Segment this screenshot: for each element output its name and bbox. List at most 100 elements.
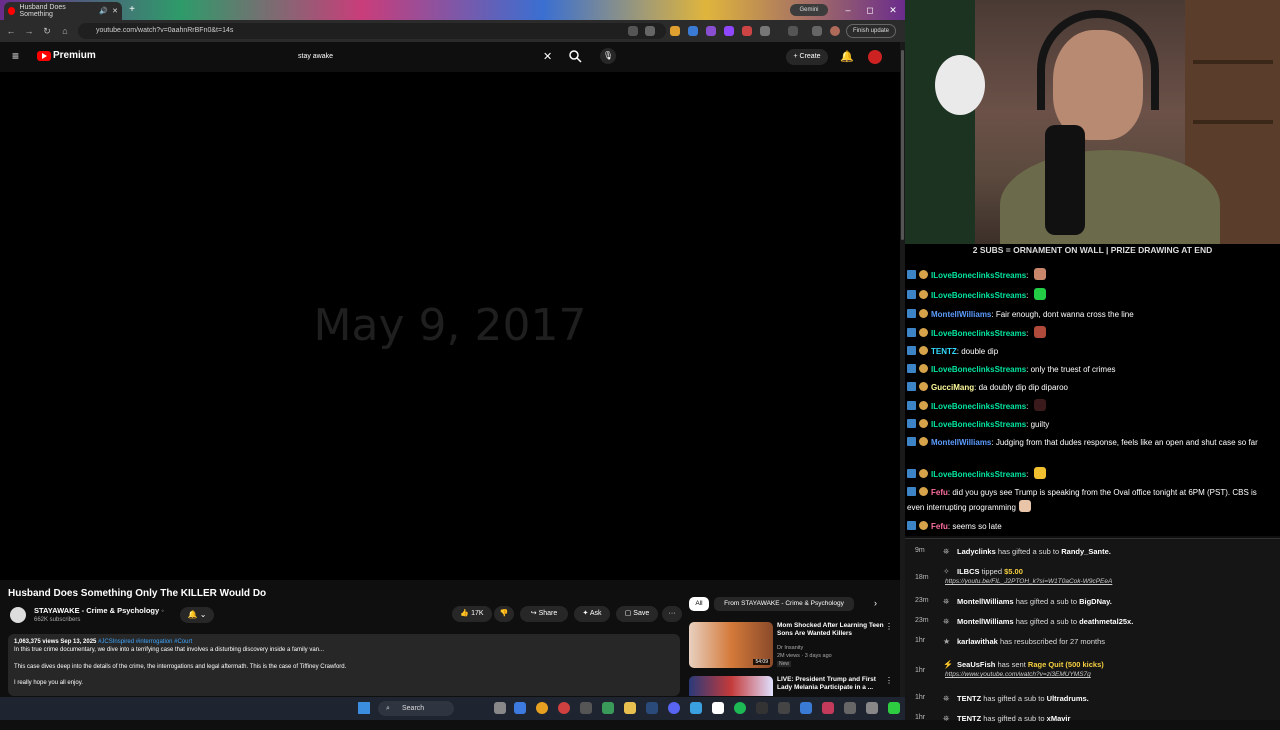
notifications-bell-icon[interactable]: 🔔	[840, 50, 854, 63]
twitch-extension-icon[interactable]	[724, 26, 734, 36]
tab-audio-icon[interactable]: 🔊	[99, 7, 108, 15]
chat-username[interactable]: MontellWilliams	[931, 310, 991, 319]
recommendation-channel[interactable]: Dr Insanity	[777, 645, 803, 651]
maximize-button[interactable]: ◻	[860, 2, 880, 18]
minimize-button[interactable]: –	[838, 2, 858, 18]
share-button[interactable]: ↪ Share	[520, 606, 568, 622]
more-options-icon[interactable]: ⋮	[885, 676, 893, 685]
app-icon[interactable]	[844, 702, 856, 714]
chat-username[interactable]: GucciMang	[931, 383, 974, 392]
taskview-icon[interactable]	[494, 702, 506, 714]
edge-icon[interactable]	[514, 702, 526, 714]
channel-avatar[interactable]	[10, 607, 26, 623]
bookmark-star-icon[interactable]	[645, 26, 655, 36]
new-tab-button[interactable]: +	[126, 4, 138, 16]
event-link[interactable]: https://youtu.be/FIL_J2PTOH_k?si=W1T0aCo…	[945, 578, 1112, 585]
home-icon[interactable]: ⌂	[58, 24, 72, 38]
chevron-right-icon[interactable]: ›	[874, 598, 877, 608]
youtube-logo-icon[interactable]	[37, 51, 51, 61]
chip-all[interactable]: All	[689, 597, 709, 611]
chat-username[interactable]: ILoveBoneclinksStreams	[931, 329, 1026, 338]
clear-search-icon[interactable]: ✕	[543, 50, 552, 63]
app-icon[interactable]	[888, 702, 900, 714]
event-user[interactable]: TENTZ	[957, 694, 981, 703]
recommendation-item[interactable]: 54:09 Mom Shocked After Learning Teen So…	[689, 622, 899, 672]
chat-username[interactable]: ILoveBoneclinksStreams	[931, 420, 1026, 429]
url-field[interactable]: youtube.com/watch?v=0aahnRrBFn0&t=14s	[78, 23, 666, 39]
chrome-icon[interactable]	[558, 702, 570, 714]
chip-from-channel[interactable]: From STAYAWAKE - Crime & Psychology	[714, 597, 854, 611]
extension-icon[interactable]	[742, 26, 752, 36]
event-user[interactable]: MontellWilliams	[957, 597, 1014, 606]
chat-username[interactable]: TENTZ	[931, 347, 957, 356]
more-options-icon[interactable]: ⋮	[885, 622, 893, 631]
chat-username[interactable]: ILoveBoneclinksStreams	[931, 470, 1026, 479]
file-explorer-icon[interactable]	[624, 702, 636, 714]
obs-icon[interactable]	[712, 702, 724, 714]
finish-update-button[interactable]: Finish update	[846, 24, 896, 38]
app-icon[interactable]	[822, 702, 834, 714]
discord-icon[interactable]	[668, 702, 680, 714]
hamburger-menu-icon[interactable]: ≡	[12, 50, 24, 62]
event-link[interactable]: https://www.youtube.com/watch?v=zi3EMUYM…	[945, 671, 1091, 678]
taskbar-search[interactable]: ⌕ Search	[378, 701, 454, 716]
video-thumbnail[interactable]: 54:09	[689, 622, 773, 668]
extensions-puzzle-icon[interactable]	[760, 26, 770, 36]
event-user[interactable]: MontellWilliams	[957, 617, 1014, 626]
profile-avatar[interactable]	[830, 26, 840, 36]
back-icon[interactable]: ←	[4, 24, 18, 38]
app-icon[interactable]	[756, 702, 768, 714]
event-user[interactable]: SeaUsFish	[957, 660, 995, 669]
dislike-button[interactable]: 👎	[494, 606, 514, 622]
sidepanel-icon[interactable]	[788, 26, 798, 36]
more-actions-button[interactable]: ···	[662, 606, 682, 622]
chat-username[interactable]: MontellWilliams	[931, 438, 991, 447]
app-icon[interactable]	[602, 702, 614, 714]
windows-start-icon[interactable]	[358, 702, 370, 714]
chat-username[interactable]: Fefu	[931, 522, 948, 531]
gemini-button[interactable]: Gemini	[790, 4, 828, 16]
description-box[interactable]: 1,063,375 views Sep 13, 2025 #JCSInspire…	[8, 634, 680, 696]
video-thumbnail[interactable]	[689, 676, 773, 696]
event-user[interactable]: ILBCS	[957, 567, 980, 576]
chat-username[interactable]: Fefu	[931, 488, 948, 497]
reload-icon[interactable]: ↻	[40, 24, 54, 38]
recommendation-title[interactable]: LIVE: President Trump and First Lady Mel…	[777, 676, 885, 693]
hashtags[interactable]: #JCSInspired #interrogation #Court	[98, 639, 192, 645]
app-icon[interactable]	[866, 702, 878, 714]
search-icon[interactable]	[568, 49, 582, 63]
channel-name[interactable]: STAYAWAKE - Crime & Psychology ◦	[34, 606, 164, 615]
create-button[interactable]: + Create	[786, 49, 828, 65]
forward-icon[interactable]: →	[22, 24, 36, 38]
close-window-button[interactable]: ✕	[883, 2, 903, 18]
app-icon[interactable]	[580, 702, 592, 714]
chrome-icon[interactable]	[536, 702, 548, 714]
event-user[interactable]: TENTZ	[957, 714, 981, 723]
extension-icon[interactable]	[670, 26, 680, 36]
event-user[interactable]: karlawithak	[957, 637, 998, 646]
browser-tab[interactable]: Husband Does Something 🔊 ✕	[4, 2, 122, 20]
recommendation-item[interactable]: LIVE: President Trump and First Lady Mel…	[689, 676, 899, 696]
spotify-icon[interactable]	[734, 702, 746, 714]
youtube-premium-label[interactable]: Premium	[53, 50, 96, 61]
event-user[interactable]: Ladyclinks	[957, 547, 996, 556]
app-icon[interactable]	[800, 702, 812, 714]
app-icon[interactable]	[778, 702, 790, 714]
tab-close-icon[interactable]: ✕	[112, 7, 118, 15]
app-icon[interactable]	[690, 702, 702, 714]
cast-icon[interactable]	[628, 26, 638, 36]
extension-icon[interactable]	[688, 26, 698, 36]
ask-button[interactable]: ✦ Ask	[574, 606, 610, 622]
avatar[interactable]	[868, 50, 882, 64]
extension-icon[interactable]	[706, 26, 716, 36]
chat-username[interactable]: ILoveBoneclinksStreams	[931, 365, 1026, 374]
like-button[interactable]: 👍 17K	[452, 606, 492, 622]
search-input[interactable]: stay awake	[290, 47, 560, 67]
subscribed-bell-button[interactable]: 🔔 ⌄	[180, 607, 214, 623]
extension-icon[interactable]	[812, 26, 822, 36]
scrollbar-thumb[interactable]	[901, 50, 904, 240]
chat-username[interactable]: ILoveBoneclinksStreams	[931, 271, 1026, 280]
save-button[interactable]: ▢ Save	[616, 606, 658, 622]
microphone-icon[interactable]: 🎙	[600, 48, 616, 64]
chat-username[interactable]: ILoveBoneclinksStreams	[931, 291, 1026, 300]
